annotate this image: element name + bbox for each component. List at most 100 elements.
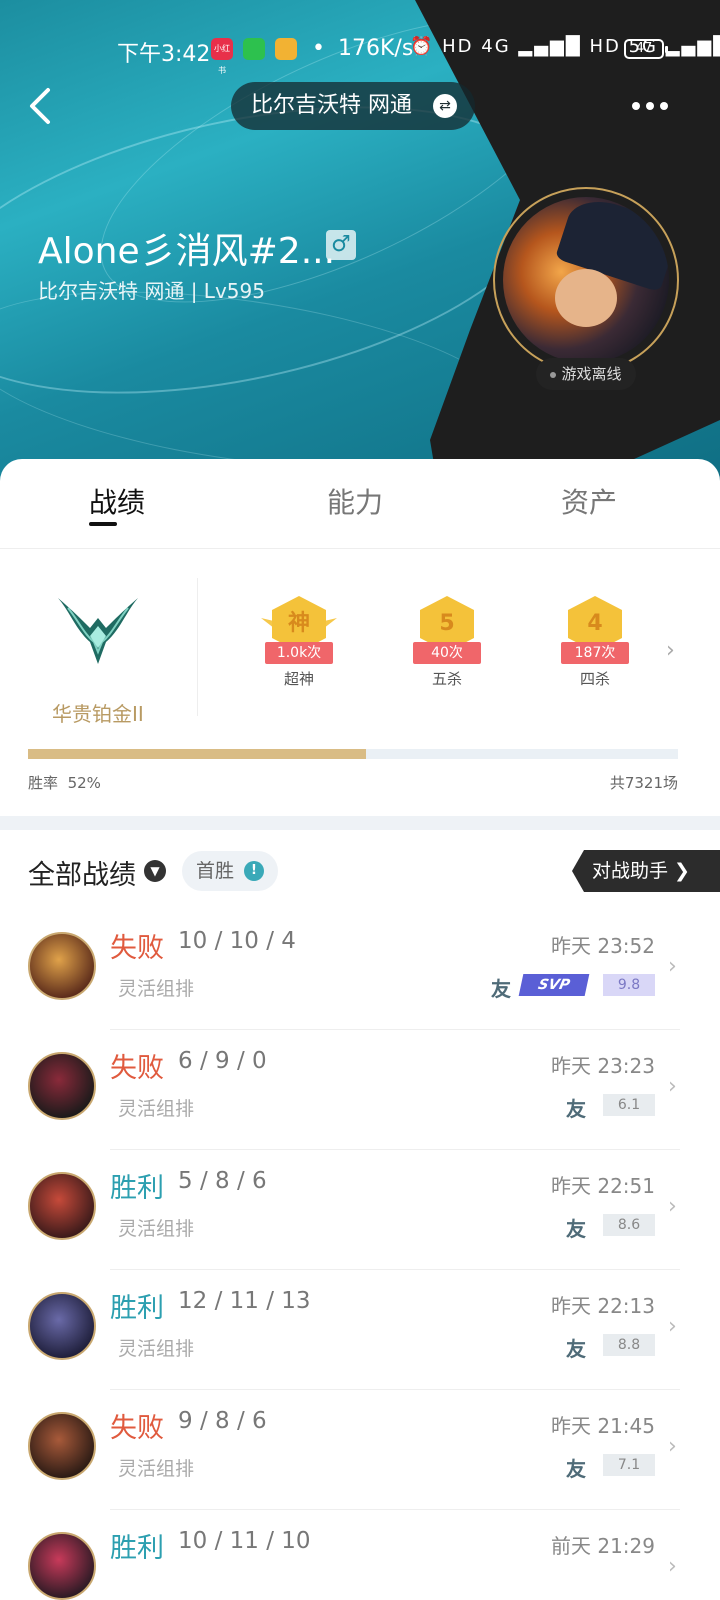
first-win-chip[interactable]: 首胜 ! (182, 851, 278, 891)
battery-icon: 47 (624, 39, 668, 59)
match-kda: 5 / 8 / 6 (178, 1168, 267, 1194)
medal-count: 40次 (413, 642, 481, 664)
net-speed: 176K/s (338, 36, 414, 61)
status-dot-icon (550, 371, 557, 378)
more-dot-icon (632, 102, 640, 110)
match-time: 昨天 23:23 (551, 1054, 655, 1078)
svp-badge: SVP (518, 974, 590, 996)
match-result: 胜利 (110, 1533, 164, 1564)
match-time: 昨天 22:13 (551, 1294, 655, 1318)
match-row[interactable]: 失败 9 / 8 / 6 灵活组排 昨天 21:45 友 7.1 › (0, 1390, 720, 1510)
medal-pentakill[interactable]: 5 40次 五杀 (409, 596, 485, 689)
match-result: 胜利 (110, 1173, 164, 1204)
tab-record[interactable]: 战绩 (89, 481, 145, 521)
xiaohongshu-icon: 小红书 (211, 38, 233, 75)
more-dot-icon (646, 102, 654, 110)
match-score: 6.1 (603, 1094, 655, 1116)
status-time: 下午3:42 (117, 42, 211, 67)
chevron-right-icon: › (668, 1074, 677, 1099)
friend-badge-icon: 友 (566, 1217, 586, 1241)
medal-count: 1.0k次 (265, 642, 333, 664)
match-score: 7.1 (603, 1454, 655, 1476)
battle-assistant-button[interactable]: 对战助手 ❯ (572, 850, 720, 892)
champion-avatar (28, 1292, 96, 1360)
match-score: 8.6 (603, 1214, 655, 1236)
win-rate-fill (28, 749, 366, 759)
match-row[interactable]: 胜利 5 / 8 / 6 灵活组排 昨天 22:51 友 8.6 › (0, 1150, 720, 1270)
match-time: 前天 21:29 (551, 1534, 655, 1558)
match-row[interactable]: 胜利 10 / 11 / 10 前天 21:29 › (0, 1510, 720, 1600)
match-kda: 10 / 10 / 4 (178, 928, 296, 954)
win-rate-bar (28, 749, 678, 759)
more-options-button[interactable] (626, 92, 674, 120)
active-tab-indicator (89, 522, 117, 526)
chevron-right-icon: › (668, 954, 677, 979)
profile-tabs: 战绩 能力 资产 (0, 459, 720, 549)
male-gender-icon: ♂ (326, 230, 356, 260)
match-mode: 灵活组排 (118, 1458, 195, 1480)
status-bar: 下午3:42 小红书 • 176K/s ⏰ HD 4G ▂▄▆█ HD 5G ▂… (0, 30, 720, 75)
medal-quadrakill[interactable]: 4 187次 四杀 (557, 596, 633, 689)
win-rate-label: 胜率 52% (28, 774, 101, 792)
network-icons: ⏰ HD 4G ▂▄▆█ HD 5G ▂▄▆█ (410, 36, 720, 57)
chevron-right-icon[interactable]: › (666, 638, 682, 663)
tab-assets[interactable]: 资产 (561, 481, 617, 521)
back-button[interactable] (22, 82, 66, 130)
swap-icon: ⇄ (433, 94, 457, 118)
champion-avatar (28, 1052, 96, 1120)
match-row[interactable]: 胜利 12 / 11 / 13 灵活组排 昨天 22:13 友 8.8 › (0, 1270, 720, 1390)
match-mode: 灵活组排 (118, 1338, 195, 1360)
match-kda: 12 / 11 / 13 (178, 1288, 311, 1314)
match-row[interactable]: 失败 6 / 9 / 0 灵活组排 昨天 23:23 友 6.1 › (0, 1030, 720, 1150)
friend-badge-icon: 友 (491, 977, 511, 1001)
champion-avatar (28, 1532, 96, 1600)
match-result: 失败 (110, 933, 164, 964)
rank-emblem-icon[interactable] (50, 590, 146, 670)
match-mode: 灵活组排 (118, 1098, 195, 1120)
server-switch-button[interactable]: 比尔吉沃特 网通 ⇄ (231, 82, 475, 130)
match-filter-dropdown[interactable]: 全部战绩 (28, 853, 136, 892)
chevron-down-icon[interactable]: ▼ (144, 860, 166, 882)
divider (197, 578, 198, 716)
server-label: 比尔吉沃特 网通 (251, 93, 412, 118)
online-status-badge: 游戏离线 (536, 358, 636, 390)
player-server-level: 比尔吉沃特 网通 | Lv595 (38, 279, 265, 303)
match-mode: 灵活组排 (118, 1218, 195, 1240)
section-divider (0, 816, 720, 830)
match-score: 9.8 (603, 974, 655, 996)
chevron-right-icon: › (668, 1194, 677, 1219)
wechat-icon (243, 38, 265, 60)
match-result: 失败 (110, 1053, 164, 1084)
champion-avatar (28, 932, 96, 1000)
tab-ability[interactable]: 能力 (327, 481, 383, 521)
match-kda: 10 / 11 / 10 (178, 1528, 311, 1554)
chevron-right-icon: › (668, 1554, 677, 1579)
separator-dot: • (312, 36, 325, 61)
match-kda: 6 / 9 / 0 (178, 1048, 267, 1074)
win-rate-value: 52% (67, 774, 101, 792)
champion-avatar (28, 1412, 96, 1480)
match-score: 8.8 (603, 1334, 655, 1356)
player-name: Alone彡消风#2... (38, 231, 336, 272)
match-time: 昨天 21:45 (551, 1414, 655, 1438)
friend-badge-icon: 友 (566, 1457, 586, 1481)
match-time: 昨天 23:52 (551, 934, 655, 958)
medal-label: 五杀 (431, 670, 462, 688)
info-icon: ! (244, 861, 264, 881)
more-dot-icon (660, 102, 668, 110)
player-avatar[interactable] (503, 197, 669, 363)
match-kda: 9 / 8 / 6 (178, 1408, 267, 1434)
chevron-right-icon: › (668, 1434, 677, 1459)
total-games: 共7321场 (609, 774, 678, 792)
medal-legendary[interactable]: 神 1.0k次 超神 (261, 596, 337, 689)
friend-badge-icon: 友 (566, 1337, 586, 1361)
match-time: 昨天 22:51 (551, 1174, 655, 1198)
first-win-label: 首胜 (196, 860, 235, 882)
chevron-right-icon: › (668, 1314, 677, 1339)
match-result: 胜利 (110, 1293, 164, 1324)
online-status-text: 游戏离线 (561, 365, 622, 383)
match-result: 失败 (110, 1413, 164, 1444)
match-row[interactable]: 失败 10 / 10 / 4 灵活组排 昨天 23:52 友 SVP 9.8 › (0, 910, 720, 1030)
back-arrow-icon (30, 88, 50, 124)
champion-avatar (28, 1172, 96, 1240)
